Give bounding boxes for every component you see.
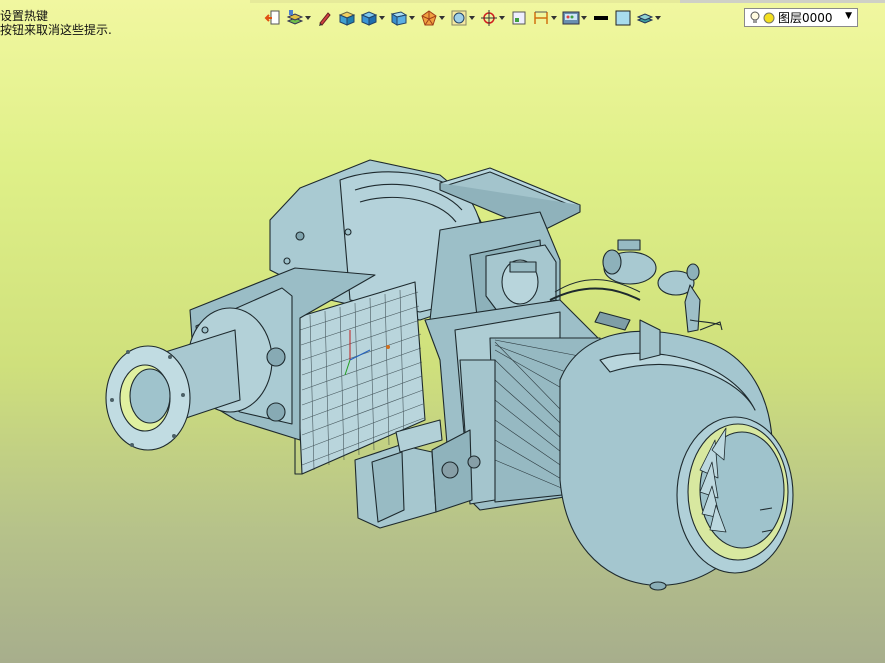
- layer-properties-icon: [286, 9, 304, 27]
- blue-cube-button[interactable]: [358, 7, 388, 29]
- chevron-down-icon[interactable]: [304, 7, 312, 29]
- layer-name: 图层0000: [778, 11, 833, 25]
- crosshair-icon: [480, 9, 498, 27]
- frame-icon: [510, 9, 528, 27]
- layer-stack-icon: [636, 9, 654, 27]
- line-weight-button[interactable]: [590, 7, 612, 29]
- 3d-viewport[interactable]: [0, 0, 885, 663]
- pen-button[interactable]: [314, 7, 336, 29]
- polygon-icon: [420, 9, 438, 27]
- chevron-down-icon[interactable]: [654, 7, 662, 29]
- main-toolbar: [262, 6, 664, 30]
- exit-button[interactable]: [262, 7, 284, 29]
- line-weight-icon: [592, 9, 610, 27]
- chevron-down-icon[interactable]: [498, 7, 506, 29]
- polygon-button[interactable]: [418, 7, 448, 29]
- layer-properties-button[interactable]: [284, 7, 314, 29]
- pen-icon: [316, 9, 334, 27]
- color-swatch-icon: [614, 9, 632, 27]
- chevron-down-icon[interactable]: [550, 7, 558, 29]
- layer-stack-button[interactable]: [634, 7, 664, 29]
- chevron-down-icon[interactable]: [468, 7, 476, 29]
- solid-box-button[interactable]: [336, 7, 358, 29]
- dimension-button[interactable]: [530, 7, 560, 29]
- exit-icon: [264, 9, 282, 27]
- burner-model: [105, 159, 794, 591]
- snap-grid-button[interactable]: [448, 7, 478, 29]
- layer-on-icon[interactable]: [763, 12, 775, 24]
- chevron-down-icon[interactable]: [438, 7, 446, 29]
- blue-cube-icon: [360, 9, 378, 27]
- view-cube-icon: [390, 9, 408, 27]
- chevron-down-icon[interactable]: [408, 7, 416, 29]
- view-cube-button[interactable]: [388, 7, 418, 29]
- solid-box-icon: [338, 9, 356, 27]
- snap-grid-icon: [450, 9, 468, 27]
- dimension-icon: [532, 9, 550, 27]
- lightbulb-icon[interactable]: [749, 11, 761, 25]
- chevron-down-icon[interactable]: ▼: [845, 11, 852, 21]
- chevron-down-icon[interactable]: [580, 7, 588, 29]
- crosshair-button[interactable]: [478, 7, 508, 29]
- screen-display-button[interactable]: [560, 7, 590, 29]
- frame-button[interactable]: [508, 7, 530, 29]
- screen-display-icon: [562, 9, 580, 27]
- chevron-down-icon[interactable]: [378, 7, 386, 29]
- color-swatch-button[interactable]: [612, 7, 634, 29]
- layer-select[interactable]: 图层0000 ▼: [744, 8, 858, 27]
